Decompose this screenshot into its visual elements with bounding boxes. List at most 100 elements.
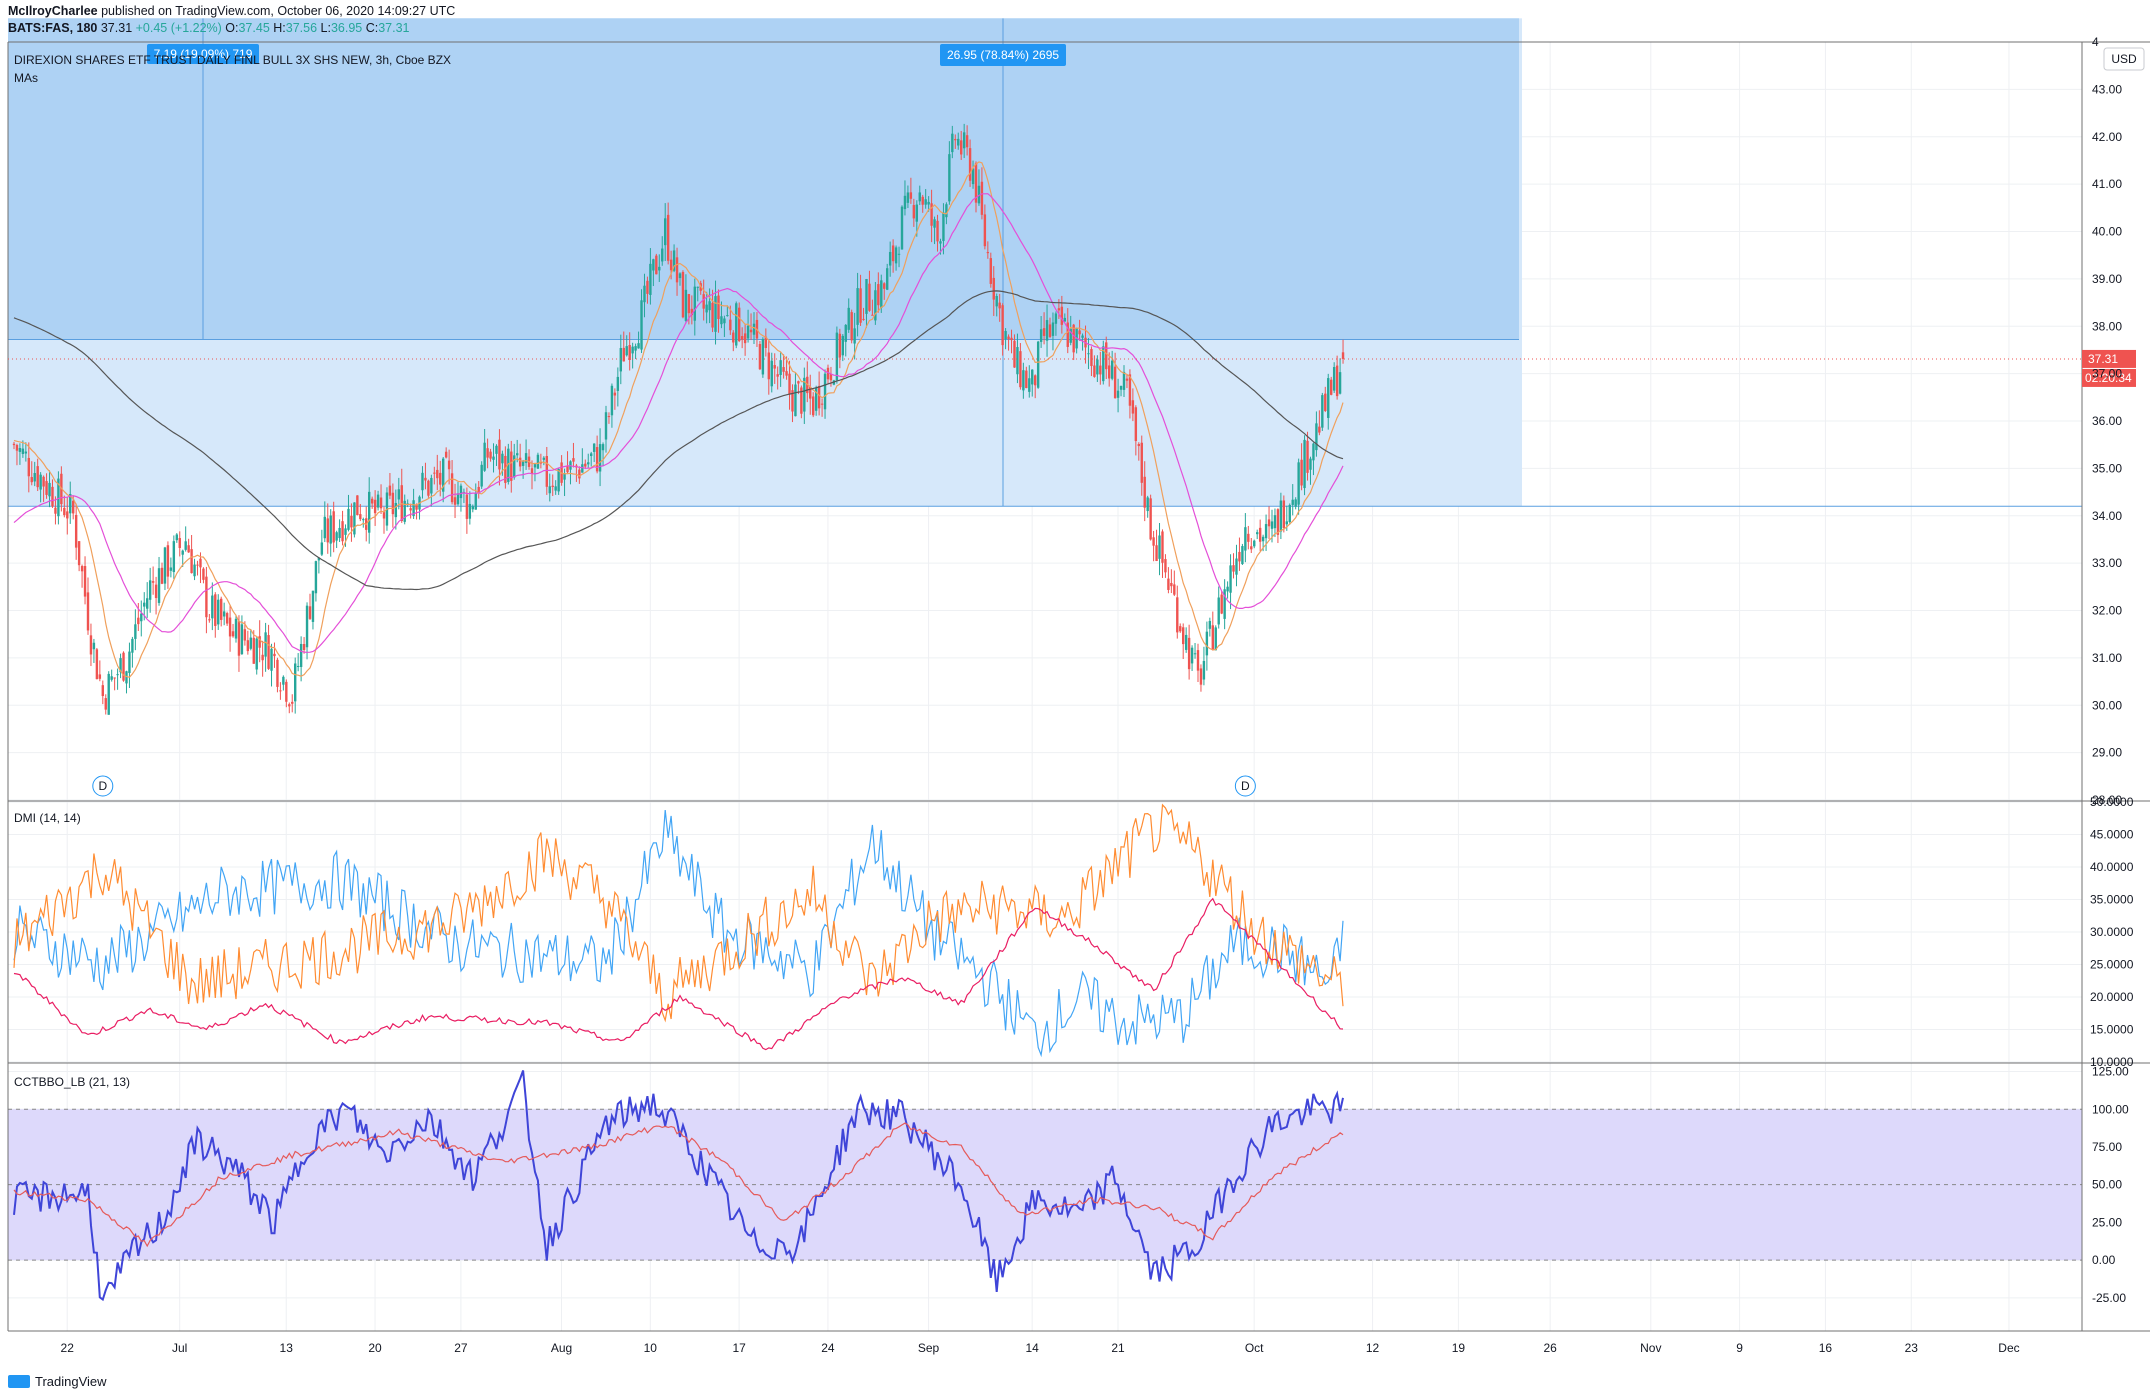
candle-body xyxy=(732,332,735,343)
candle-body xyxy=(785,371,788,376)
candle-body xyxy=(1016,347,1019,375)
candle-body xyxy=(933,219,936,228)
author-name[interactable]: McIlroyCharlee xyxy=(8,4,98,18)
candle-body xyxy=(856,288,859,325)
candle-body xyxy=(658,266,661,271)
candle-body xyxy=(456,493,460,505)
candle-body xyxy=(942,212,945,241)
candle-body xyxy=(33,473,36,482)
candle-body xyxy=(590,453,593,457)
candle-body xyxy=(137,617,140,625)
candle-body xyxy=(1025,370,1028,389)
candle-body xyxy=(545,456,548,487)
cct-axis-label: 0.00 xyxy=(2092,1253,2116,1267)
candle-body xyxy=(681,271,685,318)
candle-body xyxy=(148,580,152,600)
candle-body xyxy=(1173,584,1176,595)
candle-body xyxy=(859,288,862,323)
time-axis-label: Dec xyxy=(1998,1341,2019,1355)
candle-body xyxy=(1341,352,1345,359)
candle-body xyxy=(1137,444,1140,447)
candle-body xyxy=(758,344,762,370)
candle-body xyxy=(388,485,392,496)
candle-body xyxy=(871,314,874,316)
publish-info: published on TradingView.com, October 06… xyxy=(101,4,456,18)
dmi-axis-label: 40.0000 xyxy=(2090,860,2134,874)
candle-body xyxy=(1187,637,1191,670)
candle-body xyxy=(957,138,960,146)
candle-body xyxy=(77,541,81,566)
candle-body xyxy=(746,325,750,339)
candle-body xyxy=(578,469,581,479)
candle-body xyxy=(30,477,33,483)
candle-body xyxy=(501,453,504,464)
candle-body xyxy=(184,541,187,550)
price-axis-label: 32.00 xyxy=(2092,604,2122,618)
candle-body xyxy=(900,206,904,250)
candle-body xyxy=(853,328,856,344)
candle-body xyxy=(86,592,90,631)
candle-body xyxy=(1042,328,1046,336)
candle-body xyxy=(687,294,691,314)
candle-body xyxy=(954,139,957,141)
candle-body xyxy=(1060,306,1064,325)
candle-body xyxy=(211,595,214,619)
candle-body xyxy=(743,333,747,344)
candle-body xyxy=(883,283,886,289)
candle-body xyxy=(199,558,202,568)
candle-body xyxy=(829,374,833,381)
candle-body xyxy=(749,329,753,333)
candle-body xyxy=(427,480,430,496)
candle-body xyxy=(551,485,554,488)
candle-body xyxy=(80,566,84,572)
time-axis-label: 24 xyxy=(821,1341,835,1355)
candle-body xyxy=(409,508,412,511)
candle-body xyxy=(166,545,170,577)
candle-body xyxy=(1004,330,1007,340)
candle-body xyxy=(285,681,288,702)
candle-body xyxy=(344,528,347,535)
candle-body xyxy=(1152,537,1155,546)
candle-body xyxy=(95,649,99,680)
candle-body xyxy=(1161,531,1164,563)
candle-body xyxy=(338,527,341,539)
candle-body xyxy=(1238,551,1241,562)
tradingview-logo[interactable]: TradingView xyxy=(8,1374,107,1389)
candle-body xyxy=(817,385,821,409)
candle-body xyxy=(128,651,131,673)
candle-body xyxy=(1291,499,1294,505)
candle-body xyxy=(228,617,232,637)
candle-body xyxy=(468,503,472,519)
candle-body xyxy=(1007,336,1010,340)
candle-body xyxy=(447,460,451,470)
candle-body xyxy=(24,451,28,454)
candle-body xyxy=(649,263,652,295)
candle-body xyxy=(335,532,338,541)
candle-body xyxy=(1312,443,1315,461)
candle-body xyxy=(1155,545,1158,562)
candle-body xyxy=(655,255,658,275)
chart-canvas: 7.19 (19.09%) 719 26.95 (78.84%) 269537.3… xyxy=(7,18,2150,1355)
cct-axis-label: 100.00 xyxy=(2092,1102,2129,1116)
time-axis-label: 12 xyxy=(1366,1341,1380,1355)
candle-body xyxy=(1258,527,1262,542)
time-axis-label: 23 xyxy=(1905,1341,1919,1355)
candle-body xyxy=(74,514,78,548)
candle-body xyxy=(1199,668,1203,685)
candle-body xyxy=(1054,313,1058,324)
candle-body xyxy=(1229,565,1232,593)
candle-body xyxy=(12,443,16,446)
candle-body xyxy=(717,295,720,319)
candle-body xyxy=(397,489,400,500)
candle-body xyxy=(495,445,498,454)
candle-body xyxy=(480,464,483,487)
candle-body xyxy=(36,466,39,488)
candle-body xyxy=(424,477,427,481)
candle-body xyxy=(1279,500,1283,532)
candle-body xyxy=(1081,335,1084,338)
candle-body xyxy=(1140,442,1143,483)
price-axis-label: 41.00 xyxy=(2092,177,2122,191)
candle-body xyxy=(83,566,87,597)
candle-body xyxy=(282,676,285,685)
candle-body xyxy=(906,192,910,203)
